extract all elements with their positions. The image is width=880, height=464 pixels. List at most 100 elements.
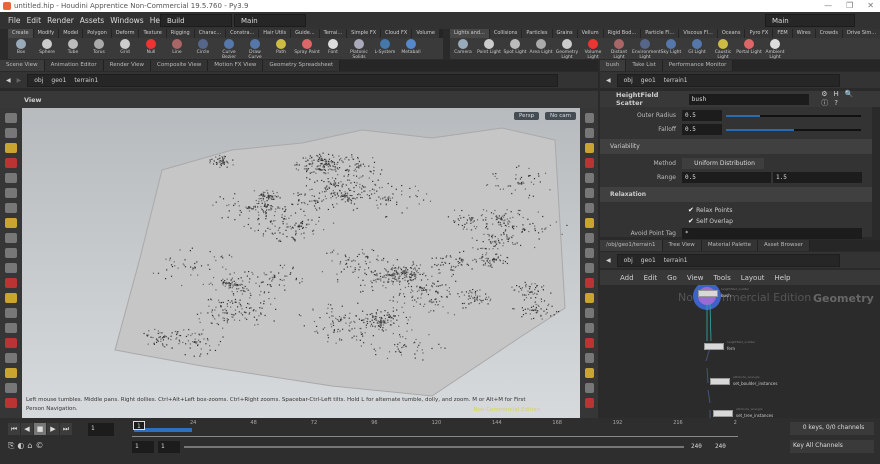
tab-vellum[interactable]: Vellum	[577, 29, 603, 38]
current-frame-field[interactable]: 1	[88, 423, 114, 436]
range-end-field-2[interactable]: 240	[712, 441, 734, 453]
range-start-field-2[interactable]: 1	[158, 441, 180, 453]
tool-icon[interactable]	[584, 338, 594, 348]
network-node-set_tree_instances[interactable]	[713, 410, 733, 417]
shelf-tool-ambient-light[interactable]: Ambient Light	[762, 38, 788, 60]
network-menu-view[interactable]: View	[687, 274, 704, 282]
crumb-terrain1[interactable]: terrain1	[664, 257, 688, 264]
avoid-point-tag-field[interactable]: *	[682, 228, 862, 239]
tool-icon[interactable]	[5, 293, 17, 303]
menu-file[interactable]: File	[8, 16, 21, 25]
tab-oceans[interactable]: Oceans	[717, 29, 745, 38]
tool-icon[interactable]	[5, 353, 17, 363]
shelf-tool-tube[interactable]: Tube	[60, 38, 86, 59]
tool-icon[interactable]	[5, 188, 17, 198]
tool-icon[interactable]	[584, 308, 594, 318]
tab-wires[interactable]: Wires	[792, 29, 815, 38]
jump-start-icon[interactable]: ⏮	[8, 423, 20, 435]
tab-polygon[interactable]: Polygon	[83, 29, 111, 38]
shelf-tool-font[interactable]: Font	[320, 38, 346, 59]
tool-icon[interactable]	[584, 263, 594, 273]
tool-icon[interactable]	[5, 143, 17, 153]
tool-icon[interactable]	[584, 203, 594, 213]
crumb-terrain1[interactable]: terrain1	[74, 77, 98, 84]
range-start-field[interactable]: 1	[132, 441, 154, 453]
tab-bush[interactable]: bush	[600, 60, 627, 71]
tool-icon[interactable]	[584, 278, 594, 288]
tool-icon[interactable]	[584, 143, 594, 153]
tool-icon[interactable]	[5, 218, 17, 228]
tab-geometry-spreadsheet[interactable]: Geometry Spreadsheet	[263, 60, 341, 71]
back-icon[interactable]: ◀	[606, 257, 611, 264]
tab-material-palette[interactable]: Material Palette	[701, 240, 758, 251]
shelf-tool-torus[interactable]: Torus	[86, 38, 112, 59]
shelf-tool-grid[interactable]: Grid	[112, 38, 138, 59]
key-all-channels-dropdown[interactable]: Key All Channels	[790, 440, 874, 453]
range-max-field[interactable]: 1.5	[773, 172, 862, 183]
network-menu-layout[interactable]: Layout	[741, 274, 765, 282]
network-editor[interactable]: Non-Commercial Edition Geometry bush heig…	[600, 285, 880, 418]
relax-points-checkbox[interactable]: ✔	[688, 206, 694, 214]
desktop-select[interactable]: Build	[160, 14, 232, 27]
tab-viscous-fl[interactable]: Viscous Fl...	[679, 29, 717, 38]
tab-terrai[interactable]: Terrai...	[319, 29, 347, 38]
crumb-terrain1[interactable]: terrain1	[664, 77, 688, 84]
tool-icon[interactable]	[584, 158, 594, 168]
shelf-tool-caustic-light[interactable]: Caustic Light	[710, 38, 736, 60]
tab-lights-and[interactable]: Lights and...	[450, 29, 489, 38]
variability-section[interactable]: Variability	[600, 139, 872, 154]
param-header-icons[interactable]: ⚙H🔍ⓘ?	[821, 90, 880, 108]
tab-hair-utils[interactable]: Hair Utils	[259, 29, 291, 38]
tool-icon[interactable]	[5, 308, 17, 318]
forward-icon[interactable]: ▶	[17, 77, 22, 84]
tab-motion-fx-view[interactable]: Motion FX View	[208, 60, 264, 71]
shelf-tool-box[interactable]: Box	[8, 38, 34, 59]
frame-marker[interactable]: 1	[133, 421, 145, 430]
shelf-tool-circle[interactable]: Circle	[190, 38, 216, 59]
tab-pyro-fx[interactable]: Pyro FX	[745, 29, 773, 38]
shelf-tool-l-system[interactable]: L-System	[372, 38, 398, 59]
timeline-tools[interactable]: ⎘◐⌂©	[8, 441, 46, 451]
tab-guide[interactable]: Guide...	[291, 29, 319, 38]
network-node-set_boulder_instances[interactable]	[710, 378, 730, 385]
tool-icon[interactable]	[584, 398, 594, 408]
tab-drive-sim[interactable]: Drive Sim...	[842, 29, 880, 38]
tool-icon[interactable]	[5, 128, 17, 138]
shelf-tool-sphere[interactable]: Sphere	[34, 38, 60, 59]
tab-charac[interactable]: Charac...	[194, 29, 226, 38]
tool-icon[interactable]	[5, 338, 17, 348]
tool-icon[interactable]	[584, 353, 594, 363]
crumb-obj[interactable]: obj	[624, 257, 633, 264]
tool-icon[interactable]	[5, 113, 17, 123]
minimize-button[interactable]: —	[824, 0, 832, 12]
tab-rigid-bod[interactable]: Rigid Bod...	[603, 29, 641, 38]
tool-icon[interactable]	[5, 233, 17, 243]
tool-icon[interactable]	[584, 368, 594, 378]
tab-render-view[interactable]: Render View	[103, 60, 152, 71]
tool-icon[interactable]	[584, 128, 594, 138]
network-menu-edit[interactable]: Edit	[644, 274, 658, 282]
tool-icon[interactable]	[5, 383, 17, 393]
tool-icon[interactable]	[584, 248, 594, 258]
shelf-tool-path[interactable]: Path	[268, 38, 294, 59]
tab-asset-browser[interactable]: Asset Browser	[757, 240, 811, 251]
tool-icon[interactable]	[5, 278, 17, 288]
tab-particle-fl[interactable]: Particle Fl...	[641, 29, 679, 38]
shelf-tool-sky-light[interactable]: Sky Light	[658, 38, 684, 59]
play-reverse-icon[interactable]: ◀	[21, 423, 33, 435]
shelf-tool-spray-paint[interactable]: Spray Paint	[294, 38, 320, 59]
tab-take-list[interactable]: Take List	[626, 60, 663, 71]
tool-icon[interactable]	[584, 113, 594, 123]
keys-status[interactable]: 0 keys, 0/0 channels	[790, 422, 874, 435]
timeline-scrubber[interactable]: 1 24 48 72 96 120 144 168 192 216 2	[132, 420, 738, 437]
tool-icon[interactable]	[584, 383, 594, 393]
node-name-field[interactable]: bush	[688, 93, 810, 105]
network-menu-go[interactable]: Go	[667, 274, 677, 282]
main-select[interactable]: Main	[765, 14, 855, 27]
shelf-tool-distant-light[interactable]: Distant Light	[606, 38, 632, 60]
close-button[interactable]: ✕	[867, 0, 874, 12]
shelf-tool-volume-light[interactable]: Volume Light	[580, 38, 606, 60]
crumb-geo1[interactable]: geo1	[51, 77, 66, 84]
tab-fem[interactable]: FEM	[773, 29, 792, 38]
shelf-tool-camera[interactable]: Camera	[450, 38, 476, 59]
